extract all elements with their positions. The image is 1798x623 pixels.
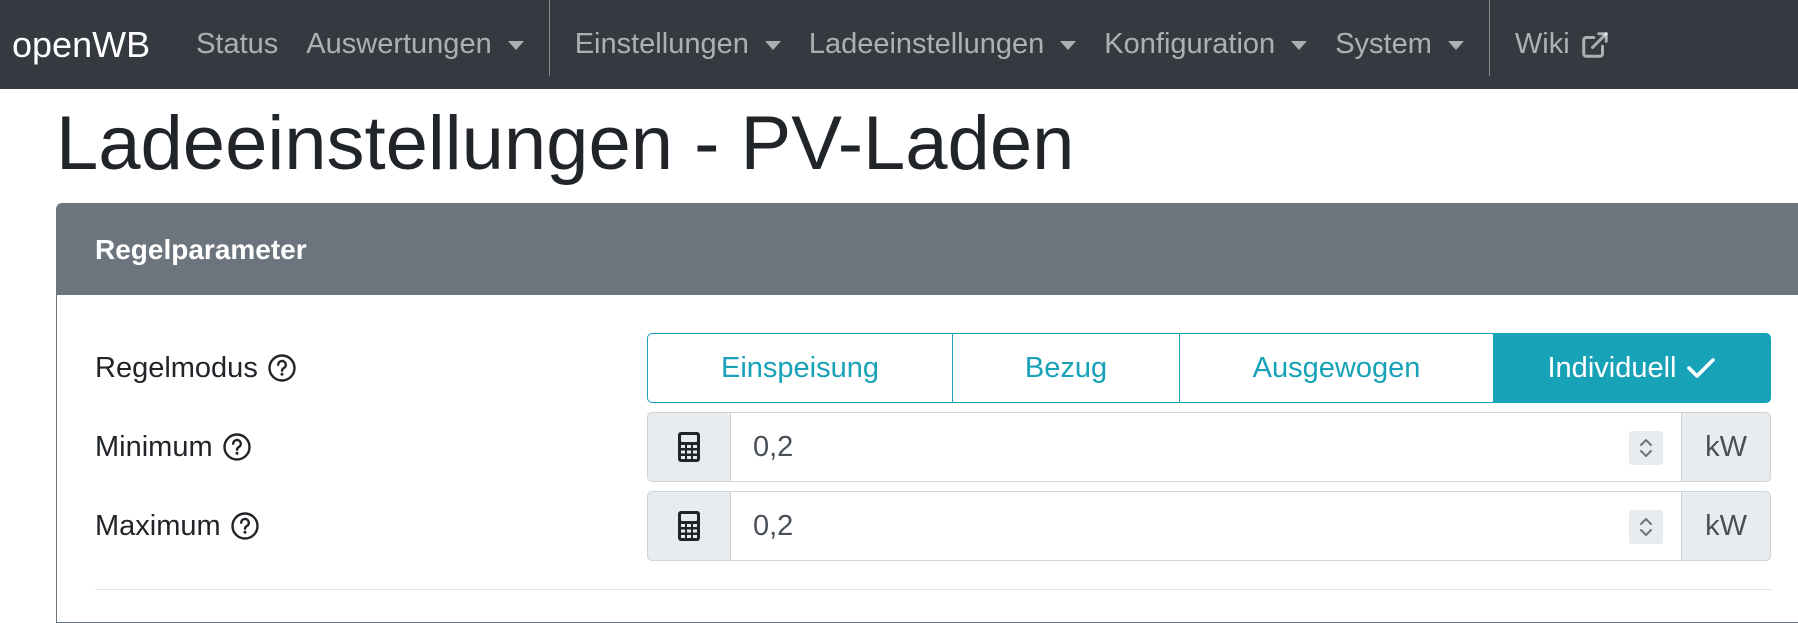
minimum-label: Minimum (95, 412, 252, 482)
maximum-label-text: Maximum (95, 509, 221, 542)
chevron-up-down-icon[interactable] (1629, 510, 1663, 544)
nav-item-label: Wiki (1514, 28, 1570, 60)
nav-item-label: Auswertungen (306, 28, 492, 60)
top-navbar: openWB Status Auswertungen Einstellungen… (0, 0, 1798, 89)
caret-down-icon (1447, 41, 1464, 50)
nav-item-label: Einstellungen (574, 28, 749, 60)
check-icon (1686, 356, 1716, 380)
nav-item-konfiguration[interactable]: Konfiguration (1090, 0, 1321, 89)
nav-divider (1488, 0, 1490, 76)
card-header: Regelparameter (57, 204, 1798, 295)
regelmodus-individuell-button[interactable]: Individuell (1493, 333, 1771, 403)
section-divider (95, 589, 1771, 590)
chevron-up-down-icon[interactable] (1629, 431, 1663, 465)
regelparameter-card: Regelparameter Regelmodus Einspeisung Be… (56, 203, 1798, 623)
maximum-input[interactable]: 0,2 (731, 491, 1681, 561)
nav-item-einstellungen[interactable]: Einstellungen (561, 0, 795, 89)
regelmodus-ausgewogen-button[interactable]: Ausgewogen (1179, 333, 1494, 403)
external-link-icon (1580, 30, 1610, 60)
button-label: Bezug (1024, 351, 1108, 384)
caret-down-icon (1291, 41, 1308, 50)
nav-item-label: Konfiguration (1104, 28, 1276, 60)
maximum-label: Maximum (95, 491, 260, 561)
nav-item-label: Ladeeinstellungen (808, 28, 1045, 60)
maximum-value: 0,2 (753, 509, 794, 542)
minimum-input-group: 0,2 kW (647, 412, 1771, 482)
minimum-row: Minimum 0,2 kW (57, 412, 1771, 482)
regelmodus-label-text: Regelmodus (95, 351, 258, 384)
minimum-label-text: Minimum (95, 430, 213, 463)
maximum-row: Maximum 0,2 kW (57, 491, 1771, 561)
page-title: Ladeeinstellungen - PV-Laden (56, 101, 1075, 186)
question-circle-icon[interactable] (230, 511, 260, 541)
minimum-input[interactable]: 0,2 (731, 412, 1681, 482)
caret-down-icon (507, 41, 524, 50)
brand-logo[interactable]: openWB (0, 26, 182, 63)
card-header-title: Regelparameter (95, 233, 307, 265)
regelmodus-einspeisung-button[interactable]: Einspeisung (647, 333, 953, 403)
minimum-value: 0,2 (753, 430, 794, 463)
nav-item-ladeeinstellungen[interactable]: Ladeeinstellungen (795, 0, 1090, 89)
nav-item-label: System (1335, 28, 1432, 60)
nav-item-auswertungen[interactable]: Auswertungen (292, 0, 537, 89)
nav-item-system[interactable]: System (1321, 0, 1478, 89)
question-circle-icon[interactable] (267, 353, 297, 383)
nav-item-wiki[interactable]: Wiki (1501, 0, 1624, 89)
caret-down-icon (764, 41, 781, 50)
button-label: Individuell (1547, 351, 1677, 384)
caret-down-icon (1060, 41, 1077, 50)
maximum-input-group: 0,2 kW (647, 491, 1771, 561)
calculator-icon[interactable] (647, 491, 731, 561)
regelmodus-bezug-button[interactable]: Bezug (952, 333, 1180, 403)
question-circle-icon[interactable] (222, 432, 252, 462)
nav-divider (548, 0, 550, 76)
button-label: Einspeisung (721, 351, 879, 384)
regelmodus-row: Regelmodus Einspeisung Bezug Ausgewogen … (57, 333, 1771, 403)
calculator-icon[interactable] (647, 412, 731, 482)
nav-item-label: Status (196, 28, 279, 60)
regelmodus-button-group: Einspeisung Bezug Ausgewogen Individuell (647, 333, 1771, 403)
nav-item-status[interactable]: Status (182, 0, 292, 89)
regelmodus-label: Regelmodus (95, 333, 297, 403)
minimum-unit: kW (1681, 412, 1771, 482)
button-label: Ausgewogen (1252, 351, 1421, 384)
maximum-unit: kW (1681, 491, 1771, 561)
